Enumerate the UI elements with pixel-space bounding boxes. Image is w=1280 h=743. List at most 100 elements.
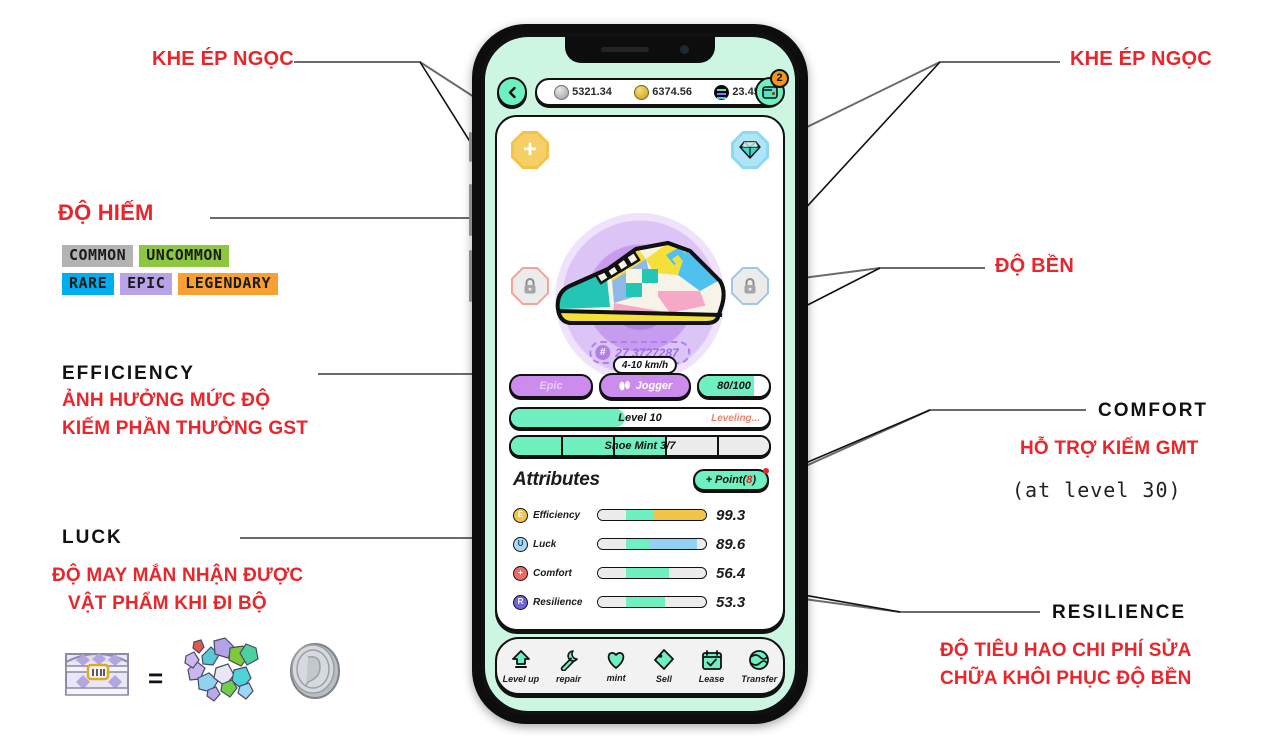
attribute-bar-mid (626, 597, 665, 607)
app-screen: 5321.34 6374.56 23.45 2 + # 27 3727287 E… (485, 37, 795, 711)
socket-bottom-left[interactable] (511, 267, 549, 305)
treasure-chest-icon (62, 640, 132, 707)
attribute-name: Luck (533, 538, 557, 550)
shoe-image[interactable] (550, 229, 730, 344)
nav-item-transfer[interactable]: Transfer (735, 649, 783, 684)
tag-icon (653, 648, 674, 670)
nav-item-mint[interactable]: mint (592, 650, 640, 683)
sol-coin-icon (714, 84, 730, 100)
wrench-icon (560, 649, 578, 671)
annotation-comfort-desc: HỖ TRỢ KIẾM GMT (1020, 438, 1199, 459)
socket-bottom-right[interactable] (731, 267, 769, 305)
socket-locked-red-icon (511, 267, 549, 305)
attribute-bar (597, 509, 707, 521)
nav-label: Level up (502, 673, 540, 684)
nav-item-level-up[interactable]: Level up (497, 649, 545, 684)
attribute-bar (597, 567, 707, 579)
phone-notch (565, 37, 715, 63)
rarity-chip-epic: EPIC (120, 273, 173, 295)
rarity-chip-rare: RARE (62, 273, 115, 295)
screenshot-root: KHE ÉP NGỌC KHE ÉP NGỌC ĐỘ HIẾM COMMON U… (0, 0, 1280, 743)
currency-sol[interactable]: 23.45 (714, 84, 760, 100)
socket-top-left[interactable]: + (511, 131, 549, 169)
add-point-label: + Point( (705, 474, 747, 486)
shoe-type-row: Epic 4-10 km/h Jogger 80/100 (509, 356, 771, 399)
annotation-socket-left: KHE ÉP NGỌC (152, 48, 294, 70)
currency-gst[interactable]: 5321.34 (554, 84, 612, 100)
attributes-header: Attributes + Point(8) (513, 468, 770, 491)
mint-segment (511, 437, 563, 455)
currency-gmt[interactable]: 6374.56 (634, 84, 692, 100)
lock-icon (744, 278, 756, 294)
plus-icon: + (522, 136, 537, 163)
silver-coin-icon (288, 640, 346, 705)
annotation-luck-desc-2: VẬT PHẨM KHI ĐI BỘ (68, 593, 267, 614)
attribute-bar-ext (649, 539, 698, 549)
attribute-bar-base (598, 568, 627, 578)
luck-icon: U (513, 536, 528, 552)
attribute-bar (597, 596, 707, 608)
attribute-bar-base (598, 539, 627, 549)
attribute-bar (597, 538, 707, 550)
attribute-bar-mid (626, 539, 650, 549)
gst-coin-icon (554, 84, 570, 100)
mint-segment (719, 437, 769, 455)
comfort-icon: + (513, 565, 528, 581)
gmt-value: 6374.56 (652, 86, 692, 98)
efficiency-icon: E (513, 507, 528, 523)
phone-mute-switch[interactable] (469, 132, 472, 162)
rarity-chip-row: RARE EPIC LEGENDARY (62, 273, 279, 295)
nav-label: mint (606, 672, 626, 683)
attribute-value: 53.3 (716, 593, 746, 611)
nav-item-lease[interactable]: Lease (688, 649, 736, 684)
back-button[interactable] (497, 77, 527, 107)
attribute-bar-base (598, 597, 627, 607)
level-bar: Level 10 Leveling... (509, 407, 771, 429)
phone-bezel: 5321.34 6374.56 23.45 2 + # 27 3727287 E… (481, 33, 799, 715)
socket-top-right[interactable] (731, 131, 769, 169)
annotation-durability-title: ĐỘ BỀN (995, 255, 1074, 277)
shoe-type-group: 4-10 km/h Jogger (599, 356, 691, 399)
attribute-bar-base (598, 510, 627, 520)
attributes-title: Attributes (513, 469, 600, 490)
wallet-notification-badge: 2 (770, 69, 789, 88)
phone-mockup: 5321.34 6374.56 23.45 2 + # 27 3727287 E… (469, 24, 808, 724)
attribute-bar-ext (654, 510, 706, 520)
attribute-row-comfort: + Comfort 56.4 (513, 559, 773, 587)
annotation-comfort-title: COMFORT (1098, 400, 1209, 421)
annotation-resilience-title: RESILIENCE (1052, 602, 1187, 623)
annotation-socket-right: KHE ÉP NGỌC (1070, 48, 1212, 70)
attribute-row-efficiency: E Efficiency 99.3 (513, 501, 773, 529)
lock-icon (524, 278, 536, 294)
rarity-chip-legend: COMMON UNCOMMON RARE EPIC LEGENDARY (62, 245, 279, 301)
annotation-resilience-desc-1: ĐỘ TIÊU HAO CHI PHÍ SỬA (940, 640, 1192, 661)
nav-item-sell[interactable]: Sell (640, 648, 688, 684)
hash-icon: # (595, 345, 611, 360)
rarity-chip-common: COMMON (62, 245, 134, 267)
level-label: Level 10 (618, 412, 662, 424)
nav-label: Transfer (741, 673, 778, 684)
gem-icon (739, 141, 761, 159)
annotation-comfort-note: (at level 30) (1012, 478, 1182, 502)
attribute-name: Efficiency (533, 509, 581, 521)
add-point-close: ) (752, 474, 756, 486)
shoe-type-label: Jogger (635, 380, 673, 392)
rarity-chip-legendary: LEGENDARY (178, 273, 279, 295)
attribute-value: 99.3 (716, 506, 746, 524)
attribute-row-resilience: R Resilience 53.3 (513, 588, 773, 616)
annotation-efficiency-title: EFFICIENCY (62, 363, 195, 384)
nav-item-repair[interactable]: repair (545, 649, 593, 684)
add-point-button[interactable]: + Point(8) (692, 468, 770, 491)
annotation-luck-desc-1: ĐỘ MAY MẮN NHẬN ĐƯỢC (52, 565, 304, 586)
speed-range-tag: 4-10 km/h (612, 356, 678, 374)
bottom-action-bar: Level up repair mint Sell Lease Transfer (495, 637, 785, 695)
chevron-left-icon (508, 86, 516, 98)
nav-label: Sell (655, 673, 672, 684)
durability-pill: 80/100 (697, 374, 771, 398)
attribute-row-luck: U Luck 89.6 (513, 530, 773, 558)
phone-volume-down-button[interactable] (469, 250, 472, 302)
rarity-chip-uncommon: UNCOMMON (139, 245, 230, 267)
socket-locked-blue-icon (731, 267, 769, 305)
phone-volume-up-button[interactable] (469, 184, 472, 236)
durability-label: 80/100 (717, 380, 751, 392)
